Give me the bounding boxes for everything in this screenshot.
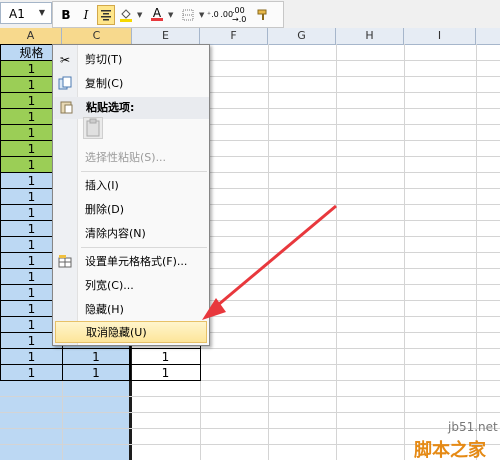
watermark-text: 脚本之家 [414, 440, 486, 461]
annotation-arrow [202, 204, 337, 320]
watermark-url: jb51.net [448, 420, 498, 434]
